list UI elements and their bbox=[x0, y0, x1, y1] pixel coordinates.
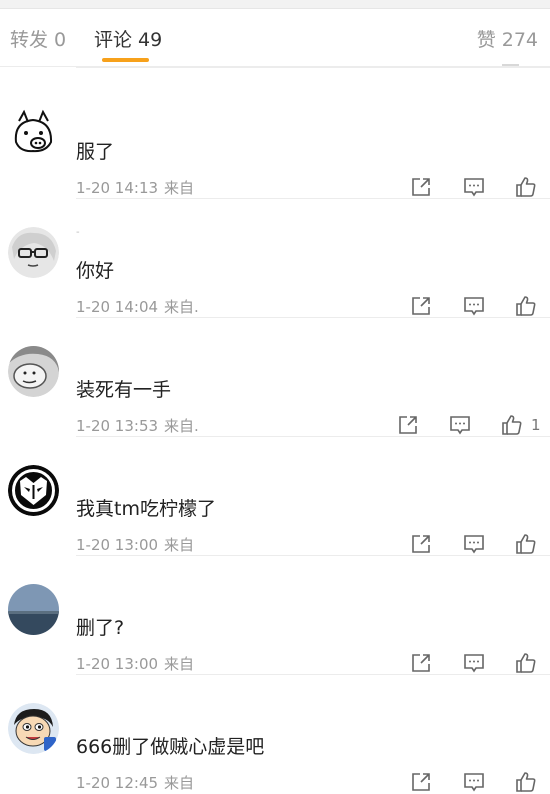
avatar[interactable] bbox=[8, 227, 59, 278]
comment-source: 来自 bbox=[164, 774, 195, 792]
like-icon[interactable] bbox=[514, 651, 538, 675]
like-icon[interactable] bbox=[514, 770, 538, 794]
comment-time: 1-20 14:04 bbox=[76, 298, 159, 316]
tab-likes[interactable]: 赞 274 bbox=[477, 25, 538, 52]
comment-source: 来自 bbox=[164, 655, 195, 673]
comment-meta: 1-20 14:04 来自. bbox=[76, 296, 199, 317]
comment-item: 删了? 1-20 13:00 来自 bbox=[0, 556, 550, 675]
comment-time: 1-20 13:00 bbox=[76, 655, 159, 673]
comment-icon[interactable] bbox=[462, 770, 486, 794]
like-icon[interactable] bbox=[514, 532, 538, 556]
comment-source: 来自 bbox=[164, 536, 195, 554]
like-icon[interactable] bbox=[514, 294, 538, 318]
comment-item: 装死有一手 1-20 13:53 来自. 1 bbox=[0, 318, 550, 437]
comment-icon[interactable] bbox=[462, 175, 486, 199]
comment-meta: 1-20 14:13 来自 bbox=[76, 177, 194, 198]
like-count: 1 bbox=[531, 416, 541, 434]
comment-text: 删了? bbox=[76, 617, 125, 639]
like-icon[interactable] bbox=[514, 175, 538, 199]
comment-text: 666删了做贼心虚是吧 bbox=[76, 736, 265, 758]
comment-text: 装死有一手 bbox=[76, 379, 172, 401]
comment-meta: 1-20 13:00 来自 bbox=[76, 653, 194, 674]
repost-icon[interactable] bbox=[409, 770, 433, 794]
like-icon[interactable] bbox=[500, 413, 524, 437]
comment-item: 我真tm吃柠檬了 1-20 13:00 来自 bbox=[0, 437, 550, 556]
repost-icon[interactable] bbox=[409, 532, 433, 556]
comment-source: 来自 bbox=[164, 179, 195, 197]
repost-icon[interactable] bbox=[409, 175, 433, 199]
comment-text: 你好 bbox=[76, 260, 115, 282]
comment-icon[interactable] bbox=[462, 532, 486, 556]
repost-icon[interactable] bbox=[409, 294, 433, 318]
comment-icon[interactable] bbox=[462, 294, 486, 318]
repost-icon[interactable] bbox=[396, 413, 420, 437]
tab-comments[interactable]: 评论 49 bbox=[94, 25, 162, 52]
avatar[interactable] bbox=[8, 703, 59, 754]
comment-item: 服了 1-20 14:13 来自 bbox=[0, 80, 550, 199]
tab-bar: 转发 0 评论 49 赞 274 bbox=[0, 8, 550, 67]
comment-time: 1-20 12:45 bbox=[76, 774, 159, 792]
comment-text: 服了 bbox=[76, 141, 115, 163]
divider bbox=[76, 67, 550, 68]
comment-time: 1-20 14:13 bbox=[76, 179, 159, 197]
comment-time: 1-20 13:00 bbox=[76, 536, 159, 554]
active-tab-indicator bbox=[102, 58, 149, 62]
comment-icon[interactable] bbox=[462, 651, 486, 675]
comment-icon[interactable] bbox=[448, 413, 472, 437]
comment-item: - 你好 1-20 14:04 来自. bbox=[0, 199, 550, 318]
avatar[interactable] bbox=[8, 346, 59, 397]
comment-time: 1-20 13:53 bbox=[76, 417, 159, 435]
comment-source: 来自. bbox=[164, 298, 199, 316]
avatar[interactable] bbox=[8, 108, 59, 159]
comment-meta: 1-20 13:00 来自 bbox=[76, 534, 194, 555]
avatar[interactable] bbox=[8, 584, 59, 635]
repost-icon[interactable] bbox=[409, 651, 433, 675]
divider bbox=[502, 64, 519, 66]
avatar[interactable] bbox=[8, 465, 59, 516]
tab-repost[interactable]: 转发 0 bbox=[10, 25, 66, 52]
comment-source: 来自. bbox=[164, 417, 199, 435]
comment-item: 666删了做贼心虚是吧 1-20 12:45 来自 bbox=[0, 675, 550, 794]
comment-meta: 1-20 13:53 来自. bbox=[76, 415, 199, 436]
comment-text: 我真tm吃柠檬了 bbox=[76, 498, 216, 520]
